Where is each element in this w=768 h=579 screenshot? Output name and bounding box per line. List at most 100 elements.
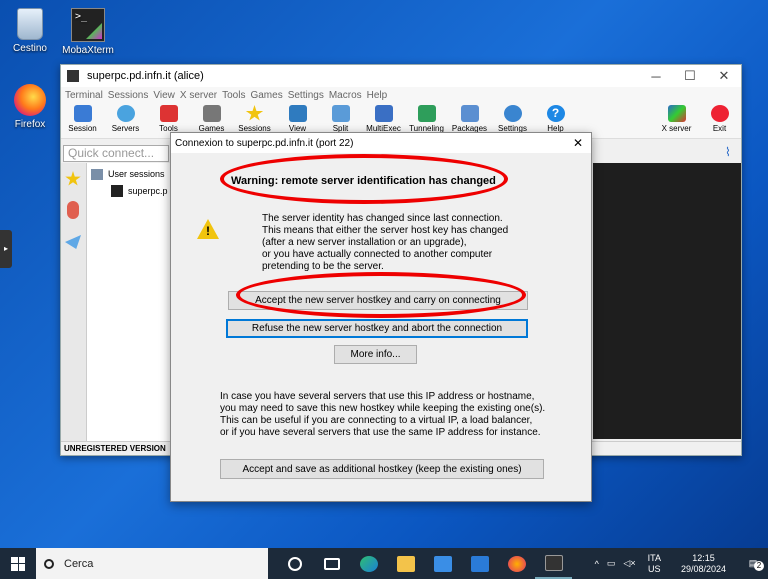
toolbar-exit-button[interactable]: Exit xyxy=(698,103,741,138)
taskbar-store[interactable] xyxy=(424,548,461,579)
user-sessions-folder-icon xyxy=(91,169,103,180)
accept-hostkey-button[interactable]: Accept the new server hostkey and carry … xyxy=(228,291,528,310)
toolbar-xserver-button[interactable]: X server xyxy=(655,103,698,138)
network-icon[interactable]: ▭ xyxy=(607,558,616,569)
window-title: superpc.pd.infn.it (alice) xyxy=(87,70,204,82)
dialog-title: Connexion to superpc.pd.infn.it (port 22… xyxy=(175,137,354,149)
tree-group-label[interactable]: User sessions xyxy=(108,169,165,179)
view-icon xyxy=(288,105,307,122)
taskbar: Cerca ^ ▭ ◁× ITA US 12:15 29/08/2024 ▤ 2 xyxy=(0,548,768,579)
mail-icon xyxy=(470,555,489,572)
tree-session-item[interactable]: superpc.p xyxy=(128,186,168,196)
packages-icon xyxy=(460,105,479,122)
body-line: This means that either the server host k… xyxy=(262,225,509,236)
more-info-button[interactable]: More info... xyxy=(334,345,417,364)
paperclip-icon[interactable]: ⌇ xyxy=(725,145,737,159)
clock[interactable]: 12:15 29/08/2024 xyxy=(681,553,726,575)
menu-games[interactable]: Games xyxy=(250,90,282,101)
system-tray: ^ ▭ ◁× ITA US 12:15 29/08/2024 ▤ 2 xyxy=(591,548,768,579)
language-indicator[interactable]: ITA US xyxy=(648,553,661,575)
recycle-bin-label: Cestino xyxy=(13,43,47,54)
mobaxterm-taskbar-icon xyxy=(544,554,563,571)
window-titlebar: superpc.pd.infn.it (alice) ─ ☐ ✕ xyxy=(61,65,741,87)
task-view-icon xyxy=(287,556,302,571)
firefox-icon xyxy=(14,84,46,116)
body-line: The server identity has changed since la… xyxy=(262,213,503,224)
taskbar-explorer[interactable] xyxy=(387,548,424,579)
lang-primary: ITA xyxy=(647,552,661,563)
lang-secondary: US xyxy=(648,563,661,574)
dialog-close-icon[interactable]: ✕ xyxy=(565,136,591,150)
maximize-icon[interactable]: ☐ xyxy=(673,68,707,84)
multiexec-icon xyxy=(374,105,393,122)
warning-body: The server identity has changed since la… xyxy=(262,213,562,273)
menu-settings[interactable]: Settings xyxy=(288,90,324,101)
save-additional-hostkey-button[interactable]: Accept and save as additional hostkey (k… xyxy=(220,459,544,479)
clock-date: 29/08/2024 xyxy=(680,563,726,574)
mobaxterm-label: MobaXterm xyxy=(62,45,114,56)
notifications-button[interactable]: ▤ 2 xyxy=(742,558,764,571)
menu-help[interactable]: Help xyxy=(367,90,388,101)
send-icon[interactable] xyxy=(65,235,81,249)
menu-xserver[interactable]: X server xyxy=(180,90,217,101)
games-icon xyxy=(202,105,221,122)
chevron-up-icon[interactable]: ^ xyxy=(595,559,599,569)
side-tab-panel xyxy=(61,163,87,441)
side-panel-handle[interactable]: ▸ xyxy=(0,230,12,268)
taskbar-search[interactable]: Cerca xyxy=(36,548,268,579)
warning-heading: Warning: remote server identification ha… xyxy=(231,175,496,187)
taskbar-widgets[interactable] xyxy=(313,548,350,579)
terminal-area[interactable] xyxy=(593,163,741,439)
dialog-titlebar: Connexion to superpc.pd.infn.it (port 22… xyxy=(171,133,591,153)
edge-icon xyxy=(359,555,378,572)
session-icon xyxy=(73,105,92,122)
tools-side-icon[interactable] xyxy=(67,201,79,219)
power-icon xyxy=(710,105,729,122)
additional-info-text: In case you have several servers that us… xyxy=(220,391,580,439)
mobaxterm-desktop-icon[interactable]: MobaXterm xyxy=(58,8,118,56)
search-icon xyxy=(44,558,54,569)
info-line: or if you have several servers that use … xyxy=(220,427,541,438)
toolbar-servers-button[interactable]: Servers xyxy=(104,103,147,138)
info-line: In case you have several servers that us… xyxy=(220,391,535,402)
star-icon xyxy=(245,105,264,121)
quick-connect-input[interactable]: Quick connect... xyxy=(63,145,169,162)
refuse-hostkey-button[interactable]: Refuse the new server hostkey and abort … xyxy=(226,319,528,338)
minimize-icon[interactable]: ─ xyxy=(639,69,673,84)
favorites-star-icon[interactable] xyxy=(65,171,81,186)
firefox-taskbar-icon xyxy=(507,555,526,572)
close-icon[interactable]: ✕ xyxy=(707,68,741,84)
xserver-icon xyxy=(667,105,686,122)
toolbar-session-button[interactable]: Session xyxy=(61,103,104,138)
menu-macros[interactable]: Macros xyxy=(329,90,362,101)
session-tree: User sessions superpc.p xyxy=(87,163,172,441)
windows-logo-icon xyxy=(11,556,25,571)
ssh-session-icon xyxy=(111,185,123,197)
clock-time: 12:15 xyxy=(692,552,715,563)
body-line: or you have actually connected to anothe… xyxy=(262,249,493,260)
split-icon xyxy=(331,105,350,122)
folder-icon xyxy=(396,555,415,572)
recycle-bin-desktop-icon[interactable]: Cestino xyxy=(0,8,60,54)
firefox-desktop-icon[interactable]: Firefox xyxy=(0,84,60,130)
menu-sessions[interactable]: Sessions xyxy=(108,90,149,101)
gear-icon xyxy=(503,105,522,122)
hostkey-dialog: Connexion to superpc.pd.infn.it (port 22… xyxy=(170,132,592,502)
volume-icon[interactable]: ◁× xyxy=(623,558,635,569)
menu-terminal[interactable]: Terminal xyxy=(65,90,103,101)
notification-count: 2 xyxy=(754,561,764,571)
taskbar-edge[interactable] xyxy=(350,548,387,579)
tunneling-icon xyxy=(417,105,436,122)
taskbar-mobaxterm[interactable] xyxy=(535,548,572,579)
taskbar-firefox[interactable] xyxy=(498,548,535,579)
body-line: pretending to be the server. xyxy=(262,261,384,272)
menu-tools[interactable]: Tools xyxy=(222,90,245,101)
start-button[interactable] xyxy=(0,548,36,579)
body-line: (after a new server installation or an u… xyxy=(262,237,467,248)
task-view-button[interactable] xyxy=(276,548,313,579)
widgets-icon xyxy=(323,557,340,570)
taskbar-mail[interactable] xyxy=(461,548,498,579)
app-icon xyxy=(67,70,79,82)
menu-view[interactable]: View xyxy=(153,90,175,101)
menu-bar: Terminal Sessions View X server Tools Ga… xyxy=(61,87,741,103)
